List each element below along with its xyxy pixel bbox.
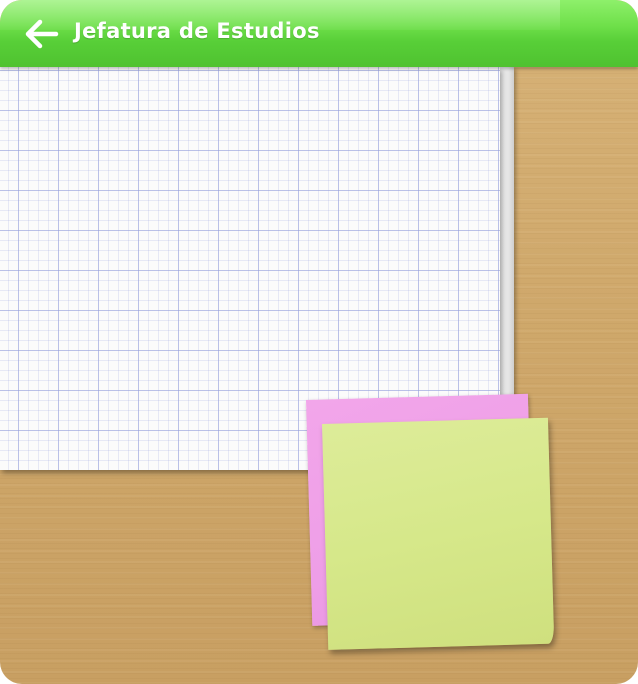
arrow-left-icon: [25, 19, 59, 49]
app-window: Jefatura de Estudios: [0, 0, 638, 684]
paper-stack-edge: [500, 67, 514, 397]
header-bar: Jefatura de Estudios: [0, 0, 638, 67]
page-title: Jefatura de Estudios: [74, 19, 320, 43]
back-button[interactable]: [22, 14, 62, 54]
sticky-note-green[interactable]: [322, 417, 555, 650]
